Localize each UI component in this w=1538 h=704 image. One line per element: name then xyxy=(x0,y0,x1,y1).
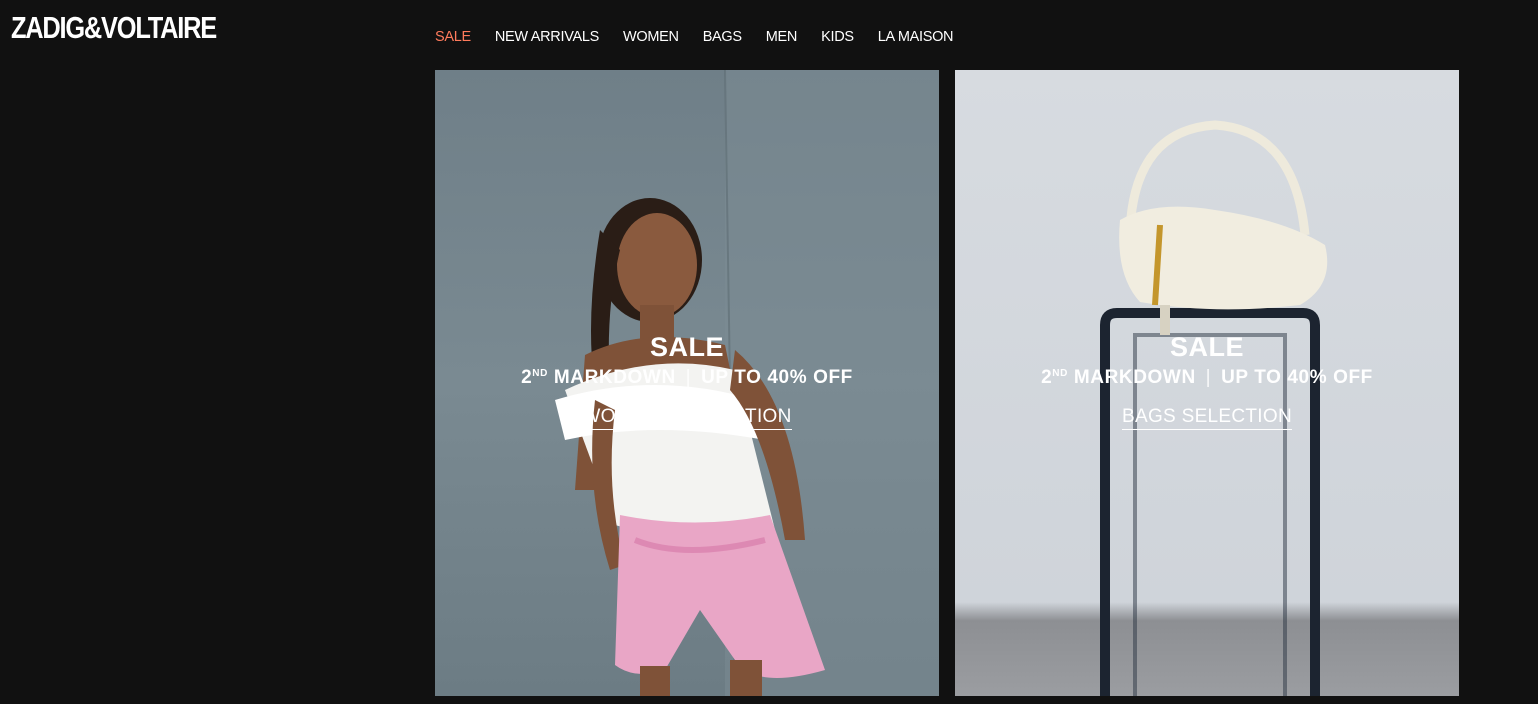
markdown-text: MARKDOWN xyxy=(547,367,676,388)
separator: | xyxy=(685,367,692,388)
promo-subtitle: 2ND MARKDOWN | UP TO 40% OFF xyxy=(435,362,939,390)
markdown-number: 2 xyxy=(521,367,533,388)
brand-logo[interactable]: ZADIG&VOLTAIRE xyxy=(11,12,217,44)
bags-selection-link[interactable]: BAGS SELECTION xyxy=(1122,406,1292,430)
discount-text: UP TO 40% OFF xyxy=(1221,367,1373,388)
promo-title: SALE xyxy=(649,332,724,362)
nav-item-women[interactable]: WOMEN xyxy=(623,29,679,45)
nav-item-kids[interactable]: KIDS xyxy=(821,29,854,45)
womens-selection-link[interactable]: WOMEN'S SELECTION xyxy=(582,406,792,430)
markdown-ordinal: ND xyxy=(532,368,548,379)
promo-text-women: SALE 2ND MARKDOWN | UP TO 40% OFF WOMEN'… xyxy=(435,332,939,430)
promo-card-women[interactable]: SALE 2ND MARKDOWN | UP TO 40% OFF WOMEN'… xyxy=(435,70,939,696)
nav-item-bags[interactable]: BAGS xyxy=(703,29,742,45)
nav-item-la-maison[interactable]: LA MAISON xyxy=(878,29,954,45)
promo-card-bags[interactable]: SALE 2ND MARKDOWN | UP TO 40% OFF BAGS S… xyxy=(955,70,1459,696)
markdown-ordinal: ND xyxy=(1052,368,1068,379)
promo-subtitle: 2ND MARKDOWN | UP TO 40% OFF xyxy=(955,362,1459,390)
markdown-number: 2 xyxy=(1041,367,1053,388)
nav-item-men[interactable]: MEN xyxy=(766,29,798,45)
separator: | xyxy=(1205,367,1212,388)
promo-title: SALE xyxy=(1169,332,1244,362)
main-nav: SALE NEW ARRIVALS WOMEN BAGS MEN KIDS LA… xyxy=(435,29,977,45)
markdown-text: MARKDOWN xyxy=(1067,367,1196,388)
discount-text: UP TO 40% OFF xyxy=(701,367,853,388)
nav-item-new-arrivals[interactable]: NEW ARRIVALS xyxy=(495,29,599,45)
nav-item-sale[interactable]: SALE xyxy=(435,29,471,45)
promo-text-bags: SALE 2ND MARKDOWN | UP TO 40% OFF BAGS S… xyxy=(955,332,1459,430)
